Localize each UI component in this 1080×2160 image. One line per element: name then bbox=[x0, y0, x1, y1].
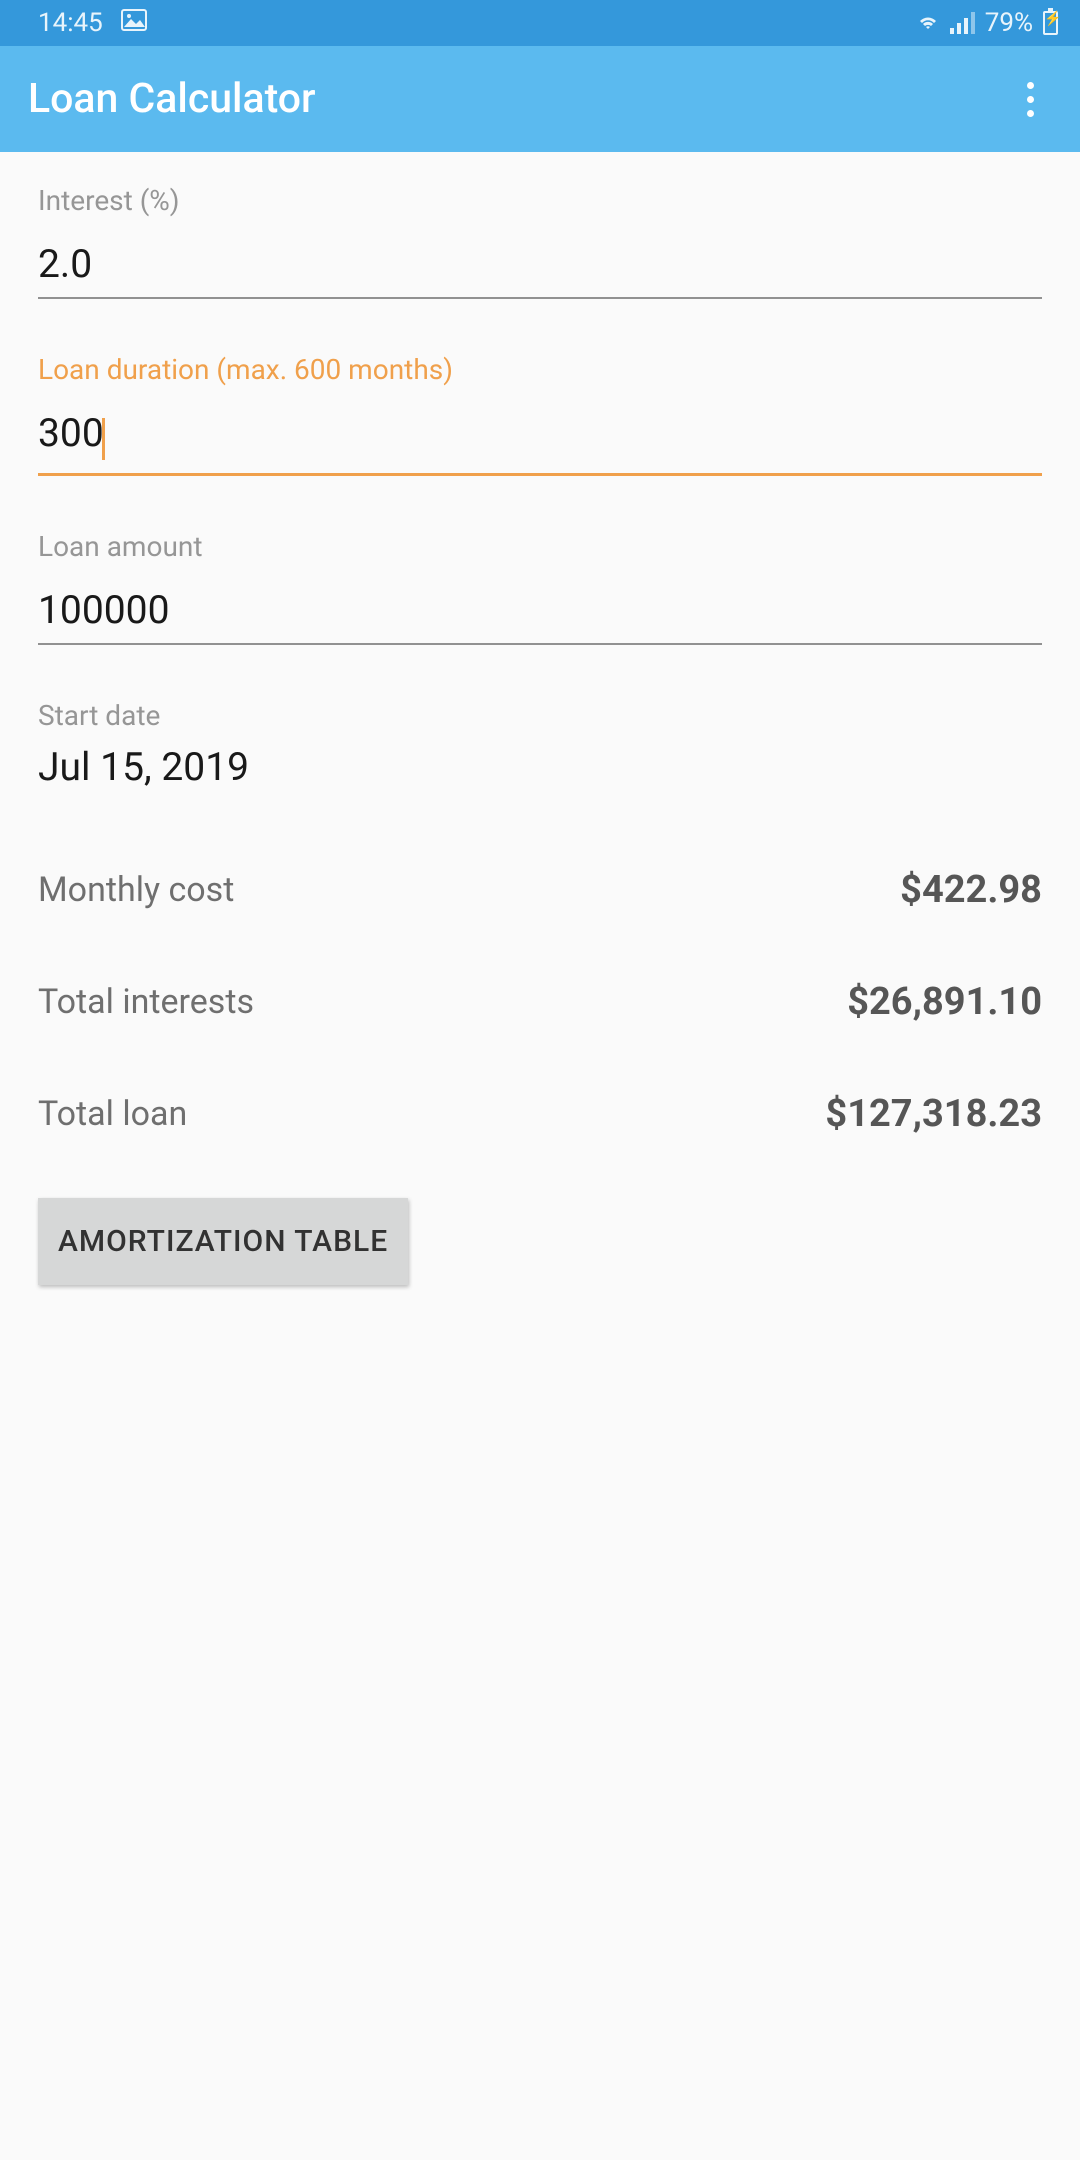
interest-input[interactable] bbox=[38, 235, 1042, 299]
app-bar: Loan Calculator bbox=[0, 46, 1080, 152]
battery-icon bbox=[1043, 11, 1058, 35]
interest-label: Interest (%) bbox=[38, 184, 1042, 217]
main-content: Interest (%) Loan duration (max. 600 mon… bbox=[0, 152, 1080, 1285]
text-cursor bbox=[102, 418, 105, 460]
amount-label: Loan amount bbox=[38, 530, 1042, 563]
total-loan-value: $127,318.23 bbox=[825, 1092, 1042, 1136]
duration-label: Loan duration (max. 600 months) bbox=[38, 353, 1042, 386]
start-date-field-group: Start date Jul 15, 2019 bbox=[38, 699, 1042, 792]
status-bar: 14:45 79% bbox=[0, 0, 1080, 46]
monthly-cost-row: Monthly cost $422.98 bbox=[38, 868, 1042, 912]
total-loan-label: Total loan bbox=[38, 1094, 187, 1134]
amortization-table-button[interactable]: AMORTIZATION TABLE bbox=[38, 1198, 408, 1285]
start-date-value[interactable]: Jul 15, 2019 bbox=[38, 742, 1042, 792]
total-interests-value: $26,891.10 bbox=[847, 980, 1042, 1024]
amount-input[interactable] bbox=[38, 581, 1042, 645]
amount-field-group: Loan amount bbox=[38, 530, 1042, 645]
more-menu-button[interactable] bbox=[1009, 72, 1052, 127]
status-time: 14:45 bbox=[38, 8, 103, 38]
app-title: Loan Calculator bbox=[28, 75, 316, 123]
total-interests-label: Total interests bbox=[38, 982, 254, 1022]
gallery-icon bbox=[121, 8, 147, 38]
interest-field-group: Interest (%) bbox=[38, 184, 1042, 299]
monthly-cost-label: Monthly cost bbox=[38, 870, 234, 910]
status-left: 14:45 bbox=[38, 8, 147, 38]
wifi-icon bbox=[916, 8, 940, 38]
battery-pct: 79% bbox=[985, 8, 1033, 38]
status-right: 79% bbox=[916, 8, 1058, 38]
signal-icon bbox=[950, 12, 975, 34]
start-date-label: Start date bbox=[38, 699, 1042, 732]
duration-field-group: Loan duration (max. 600 months) 300 bbox=[38, 353, 1042, 476]
total-interests-row: Total interests $26,891.10 bbox=[38, 980, 1042, 1024]
monthly-cost-value: $422.98 bbox=[900, 868, 1042, 912]
total-loan-row: Total loan $127,318.23 bbox=[38, 1092, 1042, 1136]
duration-input[interactable]: 300 bbox=[38, 404, 1042, 476]
